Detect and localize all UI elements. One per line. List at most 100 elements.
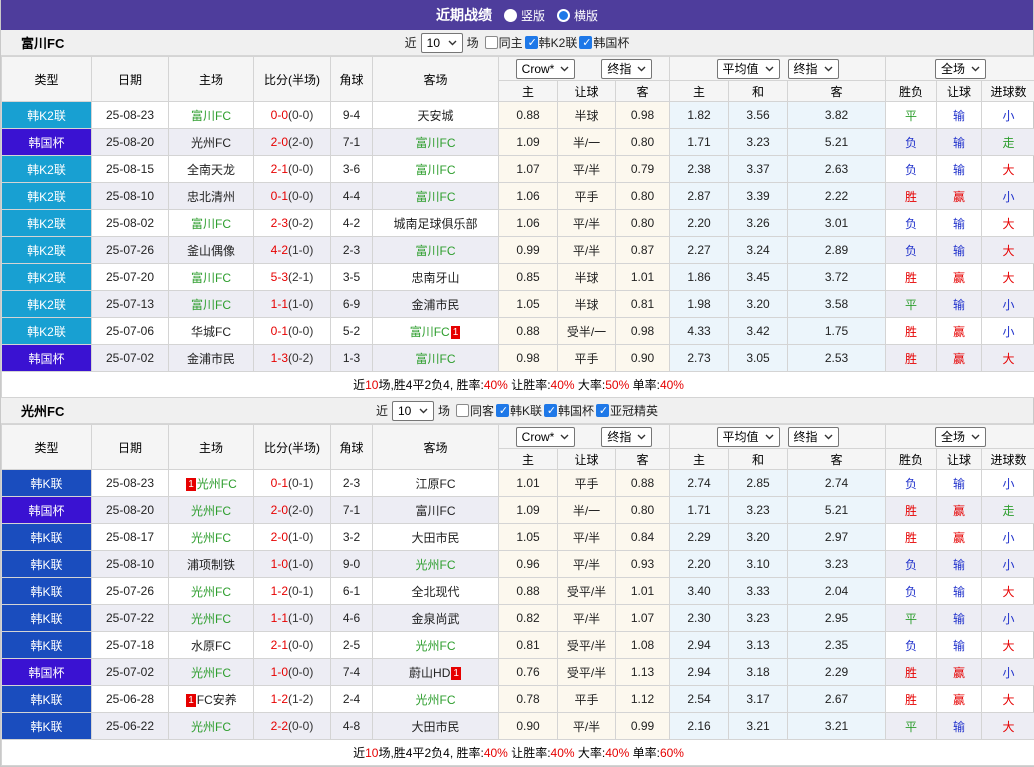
home-team-cell: 富川FC: [169, 102, 254, 129]
score-cell: 2-3(0-2): [254, 210, 331, 237]
odds-away-cell: 1.07: [616, 605, 670, 632]
home-team-cell: 全南天龙: [169, 156, 254, 183]
checkbox-icon[interactable]: [485, 36, 498, 49]
avg-away-cell: 3.72: [788, 264, 886, 291]
match-row: 韩K2联 25-07-20 富川FC 5-3(2-1) 3-5 忠南牙山 0.8…: [2, 264, 1034, 291]
league-type-cell: 韩K联: [2, 470, 92, 497]
avg-draw-cell: 3.20: [729, 524, 788, 551]
odds-home-cell: 0.88: [499, 578, 558, 605]
checkbox-icon[interactable]: [544, 404, 557, 417]
col-header-corner: 角球: [331, 425, 373, 470]
result-handicap-cell: 输: [937, 291, 982, 318]
checkbox-icon[interactable]: [496, 404, 509, 417]
date-cell: 25-07-06: [92, 318, 169, 345]
result-goals-cell: 小: [982, 659, 1034, 686]
odds-stage-select[interactable]: 终指: [601, 427, 652, 447]
filter-option: 同主: [485, 34, 523, 51]
handicap-cell: 平/半: [558, 210, 616, 237]
match-row: 韩K联 25-08-17 光州FC 2-0(1-0) 3-2 大田市民 1.05…: [2, 524, 1034, 551]
avg-stage-select[interactable]: 终指: [788, 59, 839, 79]
checkbox-icon[interactable]: [596, 404, 609, 417]
checkbox-icon[interactable]: [525, 36, 538, 49]
match-row: 韩K联 25-08-23 1光州FC 0-1(0-1) 2-3 江原FC 1.0…: [2, 470, 1034, 497]
scope-select[interactable]: 全场: [935, 59, 986, 79]
avg-home-cell: 1.82: [670, 102, 729, 129]
odds-away-cell: 1.12: [616, 686, 670, 713]
avg-draw-cell: 2.85: [729, 470, 788, 497]
bookmaker-select[interactable]: Crow*: [516, 427, 576, 447]
avg-draw-cell: 3.45: [729, 264, 788, 291]
checkbox-icon[interactable]: [579, 36, 592, 49]
away-team-cell: 富川FC1: [373, 318, 499, 345]
col-header-avg-home: 主: [670, 449, 729, 470]
col-header-handicap: 让球: [558, 449, 616, 470]
filter-option: 韩国杯: [579, 34, 629, 51]
scope-select[interactable]: 全场: [935, 427, 986, 447]
result-handicap-cell: 输: [937, 210, 982, 237]
match-row: 韩K2联 25-07-26 釜山偶像 4-2(1-0) 2-3 富川FC 0.9…: [2, 237, 1034, 264]
filter-checkbox-group: 同客 韩K联 韩国杯: [454, 402, 658, 419]
col-header-goals: 进球数: [982, 449, 1034, 470]
result-handicap-cell: 输: [937, 632, 982, 659]
match-row: 韩国杯 25-07-02 金浦市民 1-3(0-2) 1-3 富川FC 0.98…: [2, 345, 1034, 372]
handicap-cell: 半/一: [558, 497, 616, 524]
match-row: 韩国杯 25-08-20 光州FC 2-0(2-0) 7-1 富川FC 1.09…: [2, 129, 1034, 156]
score-cell: 2-0(2-0): [254, 129, 331, 156]
odds-home-cell: 0.78: [499, 686, 558, 713]
radio-vertical-icon[interactable]: [504, 9, 517, 22]
bookmaker-select[interactable]: Crow*: [516, 59, 576, 79]
chevron-down-icon: [560, 434, 569, 440]
league-type-cell: 韩K2联: [2, 291, 92, 318]
avg-stage-select[interactable]: 终指: [788, 427, 839, 447]
col-header-odds-home: 主: [499, 81, 558, 102]
odds-away-cell: 0.80: [616, 210, 670, 237]
handicap-cell: 平/半: [558, 237, 616, 264]
avg-home-cell: 1.86: [670, 264, 729, 291]
home-team-cell: 光州FC: [169, 524, 254, 551]
result-handicap-cell: 赢: [937, 318, 982, 345]
summary-row: 近10场,胜4平2负4, 胜率:40% 让胜率:40% 大率:50% 单率:40…: [2, 372, 1034, 398]
avg-away-cell: 2.97: [788, 524, 886, 551]
layout-option-vertical[interactable]: 竖版: [504, 7, 545, 24]
avg-draw-cell: 3.23: [729, 497, 788, 524]
col-header-type: 类型: [2, 425, 92, 470]
result-goals-cell: 小: [982, 524, 1034, 551]
average-select[interactable]: 平均值: [717, 59, 780, 79]
odds-stage-select[interactable]: 终指: [601, 59, 652, 79]
filter-checkbox-group: 同主 韩K2联 韩国杯: [483, 34, 630, 51]
avg-home-cell: 2.73: [670, 345, 729, 372]
filter-option: 韩K2联: [525, 34, 578, 51]
home-team-cell: 釜山偶像: [169, 237, 254, 264]
average-select[interactable]: 平均值: [717, 427, 780, 447]
avg-draw-cell: 3.37: [729, 156, 788, 183]
avg-away-cell: 3.01: [788, 210, 886, 237]
filter-option: 韩K联: [496, 402, 542, 419]
radio-horizontal-icon[interactable]: [557, 9, 570, 22]
recent-count-select[interactable]: 10: [421, 33, 463, 53]
chevron-down-icon: [971, 434, 980, 440]
match-row: 韩K联 25-06-22 光州FC 2-2(0-0) 4-8 大田市民 0.90…: [2, 713, 1034, 740]
league-type-cell: 韩K2联: [2, 210, 92, 237]
avg-home-cell: 2.38: [670, 156, 729, 183]
checkbox-icon[interactable]: [456, 404, 469, 417]
odds-away-cell: 0.80: [616, 183, 670, 210]
odds-away-cell: 0.81: [616, 291, 670, 318]
chevron-down-icon: [419, 408, 428, 414]
team-name: 光州FC: [21, 401, 64, 420]
league-type-cell: 韩国杯: [2, 659, 92, 686]
odds-away-cell: 0.87: [616, 237, 670, 264]
recent-count-select[interactable]: 10: [392, 401, 434, 421]
score-cell: 2-1(0-0): [254, 632, 331, 659]
avg-away-cell: 3.23: [788, 551, 886, 578]
match-row: 韩K联 25-06-28 1FC安养 1-2(1-2) 2-4 光州FC 0.7…: [2, 686, 1034, 713]
result-winlose-cell: 负: [886, 156, 937, 183]
avg-home-cell: 1.98: [670, 291, 729, 318]
avg-draw-cell: 3.39: [729, 183, 788, 210]
avg-draw-cell: 3.23: [729, 605, 788, 632]
result-goals-cell: 大: [982, 578, 1034, 605]
col-header-odds-away: 客: [616, 81, 670, 102]
away-team-cell: 金泉尚武: [373, 605, 499, 632]
result-handicap-cell: 输: [937, 156, 982, 183]
layout-option-horizontal[interactable]: 横版: [557, 7, 598, 24]
result-winlose-cell: 平: [886, 102, 937, 129]
